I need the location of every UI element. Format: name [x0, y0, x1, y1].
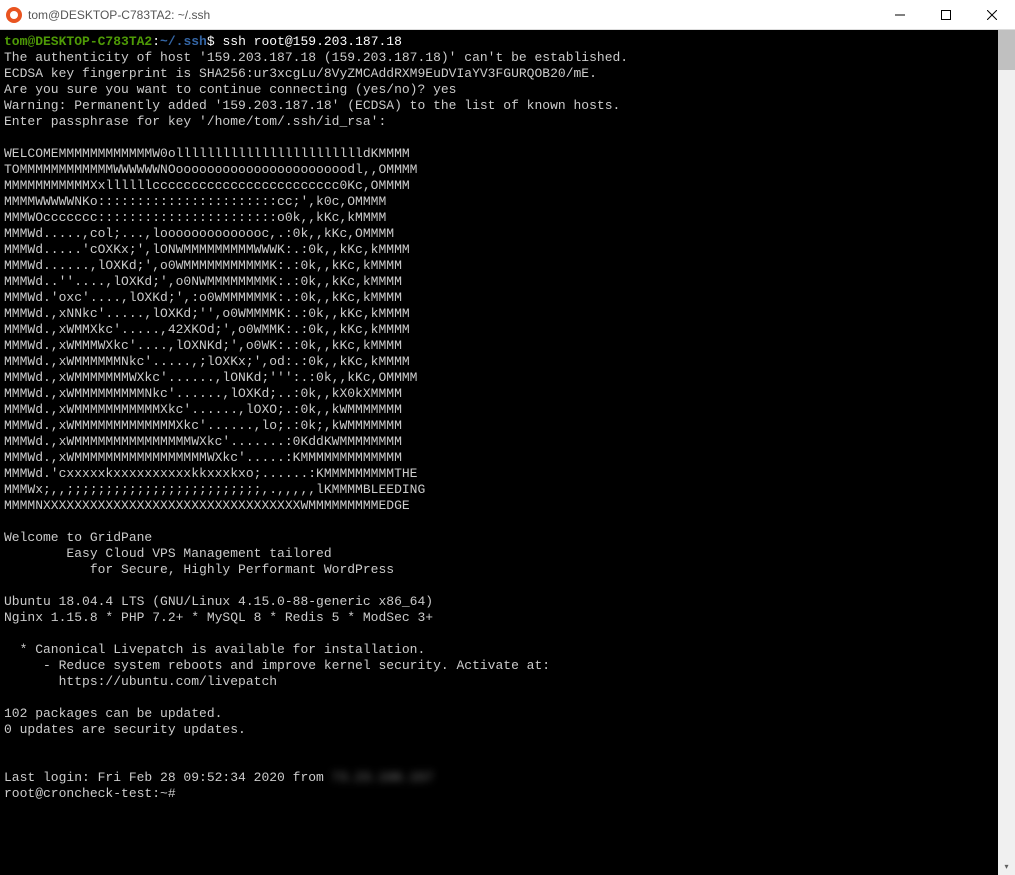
ascii-art-line: MMMWd.,xWMMMWXkc'....,lOXNKd;',o0WK:.:0k…: [4, 338, 402, 353]
ascii-art-line: MMMWd.,xWMMMMMMMWXkc'......,lONKd;''':.:…: [4, 370, 417, 385]
ascii-art-line: MMMWd.,xWMMMMMMMMMMMMMMMWXkc'.......:0Kd…: [4, 434, 402, 449]
ascii-art-line: MMMWd.,xWMMMMMMMMMNkc'......,lOXKd;..:0k…: [4, 386, 402, 401]
output-line: Are you sure you want to continue connec…: [4, 82, 456, 97]
ascii-art-line: TOMMMMMMMMMMMMWWWWWWNOoooooooooooooooooo…: [4, 162, 417, 177]
motd-line: for Secure, Highly Performant WordPress: [4, 562, 394, 577]
vertical-scrollbar[interactable]: ▾: [998, 30, 1015, 875]
scrollbar-thumb[interactable]: [998, 30, 1015, 70]
sysinfo-line: Ubuntu 18.04.4 LTS (GNU/Linux 4.15.0-88-…: [4, 594, 433, 609]
close-button[interactable]: [969, 0, 1015, 29]
ascii-art-line: MMMWd.....,col;...,loooooooooooooc,.:0k,…: [4, 226, 394, 241]
packages-line: 0 updates are security updates.: [4, 722, 246, 737]
terminal-area: tom@DESKTOP-C783TA2:~/.ssh$ ssh root@159…: [0, 30, 1015, 875]
last-login-line: Last login: Fri Feb 28 09:52:34 2020 fro…: [4, 770, 433, 785]
livepatch-line: * Canonical Livepatch is available for i…: [4, 642, 425, 657]
ascii-art-line: MMMWd......,lOXKd;',o0WMMMMMMMMMMMK:.:0k…: [4, 258, 402, 273]
remote-prompt[interactable]: root@croncheck-test:~#: [4, 786, 183, 801]
terminal[interactable]: tom@DESKTOP-C783TA2:~/.ssh$ ssh root@159…: [0, 30, 998, 875]
ascii-art-line: WELCOMEMMMMMMMMMMMMW0ollllllllllllllllll…: [4, 146, 410, 161]
maximize-button[interactable]: [923, 0, 969, 29]
window-title: tom@DESKTOP-C783TA2: ~/.ssh: [28, 8, 877, 22]
ascii-art-line: MMMMNXXXXXXXXXXXXXXXXXXXXXXXXXXXXXXXXXWM…: [4, 498, 410, 513]
prompt-path: ~/.ssh: [160, 34, 207, 49]
prompt-colon: :: [152, 34, 160, 49]
livepatch-line: https://ubuntu.com/livepatch: [4, 674, 277, 689]
ascii-art-line: MMMWd.,xWMMMMMMMMMMMXkc'......,lOXO;.:0k…: [4, 402, 402, 417]
ascii-art-line: MMMWOccccccc:::::::::::::::::::::::o0k,,…: [4, 210, 386, 225]
window-controls: [877, 0, 1015, 29]
ascii-art-line: MMMWd.,xNNkc'.....,lOXKd;'',o0WMMMMK:.:0…: [4, 306, 410, 321]
ascii-art-line: MMMWd.,xWMMMMMMNkc'.....,;lOXKx;',od:.:0…: [4, 354, 410, 369]
motd-line: Easy Cloud VPS Management tailored: [4, 546, 332, 561]
sysinfo-line: Nginx 1.15.8 * PHP 7.2+ * MySQL 8 * Redi…: [4, 610, 433, 625]
output-line: The authenticity of host '159.203.187.18…: [4, 50, 628, 65]
last-login-prefix: Last login: Fri Feb 28 09:52:34 2020 fro…: [4, 770, 332, 785]
ascii-art-line: MMMWd.,xWMMMMMMMMMMMMMMMMMWXkc'.....:KMM…: [4, 450, 402, 465]
output-line: ECDSA key fingerprint is SHA256:ur3xcgLu…: [4, 66, 597, 81]
prompt-dollar: $: [207, 34, 223, 49]
motd-line: Welcome to GridPane: [4, 530, 152, 545]
output-line: Warning: Permanently added '159.203.187.…: [4, 98, 620, 113]
ascii-art-line: MMMWd.'cxxxxxkxxxxxxxxxxkkxxxkxo;......:…: [4, 466, 417, 481]
minimize-button[interactable]: [877, 0, 923, 29]
ascii-art-line: MMMMMMMMMMMXxllllllccccccccccccccccccccc…: [4, 178, 410, 193]
output-line: Enter passphrase for key '/home/tom/.ssh…: [4, 114, 386, 129]
ascii-art-line: MMMWd..''....,lOXKd;',o0NWMMMMMMMMK:.:0k…: [4, 274, 402, 289]
ascii-art-line: MMMWx;,,;;;;;;;;;;;;;;;;;;;;;;;;;,.,,,,,…: [4, 482, 425, 497]
packages-line: 102 packages can be updated.: [4, 706, 222, 721]
scrollbar-down-arrow-icon[interactable]: ▾: [998, 858, 1015, 875]
ascii-art-line: MMMMWWWWWNKo:::::::::::::::::::::::cc;',…: [4, 194, 386, 209]
ubuntu-icon: [6, 7, 22, 23]
window-titlebar: tom@DESKTOP-C783TA2: ~/.ssh: [0, 0, 1015, 30]
last-login-ip-redacted: 73.23.198.157: [332, 770, 433, 785]
ascii-art-line: MMMWd.,xWMMXkc'.....,42XKOd;',o0WMMK:.:0…: [4, 322, 410, 337]
ascii-art-line: MMMWd.....'cOXKx;',lONWMMMMMMMMMWWWK:.:0…: [4, 242, 410, 257]
ascii-art-line: MMMWd.'oxc'....,lOXKd;',:o0WMMMMMMK:.:0k…: [4, 290, 402, 305]
prompt-command: ssh root@159.203.187.18: [222, 34, 401, 49]
ascii-art-line: MMMWd.,xWMMMMMMMMMMMMMXkc'......,lo;.:0k…: [4, 418, 402, 433]
prompt-user-host: tom@DESKTOP-C783TA2: [4, 34, 152, 49]
livepatch-line: - Reduce system reboots and improve kern…: [4, 658, 550, 673]
